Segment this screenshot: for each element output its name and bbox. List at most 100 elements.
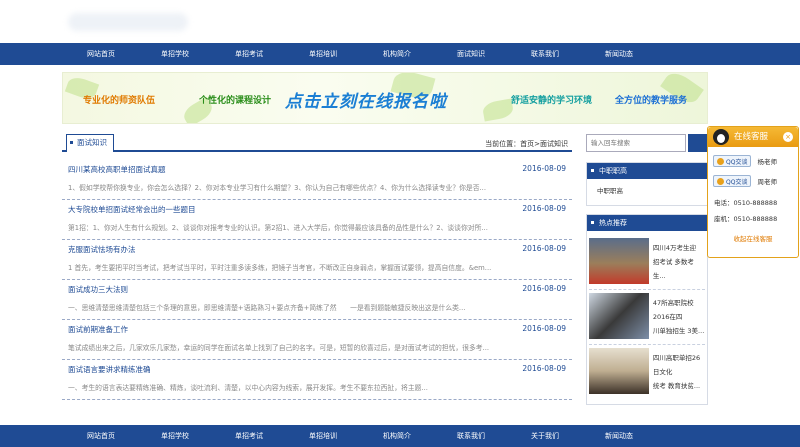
breadcrumb-prefix: 当前位置： bbox=[485, 140, 521, 148]
article-date: 2016-08-09 bbox=[522, 324, 566, 333]
article-item: 大专院校单招面试经常会出的一些题目 2016-08-09 第1招：1、你对人生有… bbox=[62, 200, 572, 240]
article-title[interactable]: 大专院校单招面试经常会出的一些题目 bbox=[68, 204, 196, 215]
nav-item-news[interactable]: 新闻动态 bbox=[582, 43, 656, 65]
service-fax: 座机：0510-888888 bbox=[714, 215, 778, 223]
section-header: 面试知识 当前位置：首页>面试知识 bbox=[62, 132, 572, 152]
article-list: 四川某高校高职单招面试真题 2016-08-09 1、假如学校帮你换专业，你会怎… bbox=[62, 160, 572, 400]
breadcrumb-current[interactable]: 面试知识 bbox=[540, 140, 568, 148]
footer-item-contact[interactable]: 联系我们 bbox=[434, 425, 508, 447]
footer-item-schools[interactable]: 单招学校 bbox=[138, 425, 212, 447]
page: 网站首页 单招学校 单招考试 单招培训 机构简介 面试知识 联系我们 新闻动态 … bbox=[0, 0, 800, 447]
nav-item-training[interactable]: 单招培训 bbox=[286, 43, 360, 65]
nav-item-interview[interactable]: 面试知识 bbox=[434, 43, 508, 65]
nav-item-contact[interactable]: 联系我们 bbox=[508, 43, 582, 65]
banner-slogan: 舒适安静的学习环境 bbox=[511, 96, 593, 106]
article-item: 四川某高校高职单招面试真题 2016-08-09 1、假如学校帮你换专业，你会怎… bbox=[62, 160, 572, 200]
article-section: 面试知识 当前位置：首页>面试知识 四川某高校高职单招面试真题 2016-08-… bbox=[62, 132, 572, 400]
service-title: 在线客服 bbox=[734, 132, 769, 142]
vocational-box-title: 中职职高 bbox=[587, 163, 707, 179]
footer-item-training[interactable]: 单招培训 bbox=[286, 425, 360, 447]
banner-slogan: 个性化的课程设计 bbox=[199, 96, 272, 106]
vocational-link[interactable]: 中职职高 bbox=[597, 187, 623, 195]
close-icon[interactable]: × bbox=[783, 132, 793, 142]
top-nav: 网站首页 单招学校 单招考试 单招培训 机构简介 面试知识 联系我们 新闻动态 bbox=[0, 43, 800, 65]
qq-chat-button[interactable]: QQ交谈 bbox=[713, 175, 752, 187]
service-contact: QQ交谈 周老师 bbox=[708, 171, 798, 191]
collapse-service-link[interactable]: 收起在线客服 bbox=[708, 233, 798, 243]
hot-title[interactable]: 四川高职单招26日文化 bbox=[653, 351, 705, 379]
article-item: 面试成功三大法则 2016-08-09 一、思维清楚思维清楚包括三个条理的意思，… bbox=[62, 280, 572, 320]
hot-title-cont[interactable]: 统考 教育扶贫... bbox=[653, 379, 705, 393]
footer-nav: 网站首页 单招学校 单招考试 单招培训 机构简介 联系我们 关于我们 新闻动态 bbox=[0, 425, 800, 447]
logo-image bbox=[68, 13, 188, 31]
hot-box-title: 热点推荐 bbox=[587, 215, 707, 231]
section-tab: 面试知识 bbox=[66, 134, 114, 152]
hot-title[interactable]: 47所高职院校2016在四 bbox=[653, 296, 705, 324]
footer-item-about-org[interactable]: 机构简介 bbox=[360, 425, 434, 447]
hot-item[interactable]: 四川高职单招26日文化 统考 教育扶贫... bbox=[589, 345, 705, 400]
article-summary: 1、假如学校帮你换专业，你会怎么选择？2、你对本专业学习有什么期望？3、你认为自… bbox=[68, 184, 486, 192]
sidebar: 中职职高 中职职高 热点推荐 四川4万考生迎招考试 多数考生... 47所高职院… bbox=[586, 134, 708, 405]
article-title[interactable]: 面试成功三大法则 bbox=[68, 284, 128, 295]
site-logo[interactable] bbox=[60, 5, 260, 39]
leaf-decoration bbox=[481, 98, 515, 122]
banner-cta[interactable]: 点击立刻在线报名啦 bbox=[285, 87, 447, 112]
qq-chat-label: QQ交谈 bbox=[726, 178, 748, 186]
vocational-box: 中职职高 中职职高 bbox=[586, 162, 708, 206]
hot-item[interactable]: 四川4万考生迎 招考试 多数考生... bbox=[589, 235, 705, 290]
contact-name: 杨老师 bbox=[757, 158, 777, 166]
breadcrumb-home[interactable]: 首页 bbox=[520, 140, 534, 148]
footer-item-exams[interactable]: 单招考试 bbox=[212, 425, 286, 447]
article-summary: 一、思维清楚思维清楚包括三个条理的意思，即思维清楚+语路熟习+要点齐备+简练了然… bbox=[68, 304, 466, 312]
hot-title[interactable]: 四川4万考生迎 bbox=[653, 241, 705, 255]
search-button[interactable] bbox=[688, 134, 708, 152]
qq-penguin-icon bbox=[713, 129, 729, 145]
online-service-panel: 在线客服 × QQ交谈 杨老师 QQ交谈 周老师 电话：0510-888888 … bbox=[707, 126, 799, 258]
footer-item-home[interactable]: 网站首页 bbox=[64, 425, 138, 447]
article-item: 面试语言要讲求精练准确 2016-08-09 一、考生的语言表达要精练准确、精炼… bbox=[62, 360, 572, 400]
qq-chat-button[interactable]: QQ交谈 bbox=[713, 155, 752, 167]
article-summary: 1 首先，考生要把平时当考试，把考试当平时，平时注重多读多练，把镜子当考官，不断… bbox=[68, 264, 492, 272]
nav-item-schools[interactable]: 单招学校 bbox=[138, 43, 212, 65]
article-date: 2016-08-09 bbox=[522, 204, 566, 213]
hot-thumbnail[interactable] bbox=[589, 238, 649, 284]
article-date: 2016-08-09 bbox=[522, 244, 566, 253]
footer-item-about-us[interactable]: 关于我们 bbox=[508, 425, 582, 447]
footer-item-news[interactable]: 新闻动态 bbox=[582, 425, 656, 447]
search-input[interactable] bbox=[586, 134, 686, 152]
nav-item-exams[interactable]: 单招考试 bbox=[212, 43, 286, 65]
article-summary: 笔试成绩出来之后，几家欢乐几家愁，幸运的同学在面试名单上找到了自己的名字。可是，… bbox=[68, 344, 490, 352]
article-item: 面试前期准备工作 2016-08-09 笔试成绩出来之后，几家欢乐几家愁，幸运的… bbox=[62, 320, 572, 360]
article-summary: 第1招：1、你对人生有什么规划。2、谈谈你对报考专业的认识。第2招1、进入大学后… bbox=[68, 224, 488, 232]
article-title[interactable]: 克服面试怯场有办法 bbox=[68, 244, 136, 255]
service-contact: QQ交谈 杨老师 bbox=[708, 151, 798, 171]
hot-item[interactable]: 47所高职院校2016在四 川单独招生 3美... bbox=[589, 290, 705, 345]
hot-title-cont[interactable]: 招考试 多数考生... bbox=[653, 255, 705, 283]
nav-item-home[interactable]: 网站首页 bbox=[64, 43, 138, 65]
article-title[interactable]: 面试前期准备工作 bbox=[68, 324, 128, 335]
nav-item-about-org[interactable]: 机构简介 bbox=[360, 43, 434, 65]
service-header: 在线客服 × bbox=[708, 127, 798, 147]
qq-icon bbox=[717, 157, 724, 165]
article-title[interactable]: 面试语言要讲求精练准确 bbox=[68, 364, 151, 375]
article-date: 2016-08-09 bbox=[522, 364, 566, 373]
hot-thumbnail[interactable] bbox=[589, 348, 649, 394]
qq-icon bbox=[717, 177, 724, 185]
hot-title-cont[interactable]: 川单独招生 3美... bbox=[653, 324, 705, 338]
article-date: 2016-08-09 bbox=[522, 164, 566, 173]
service-phone: 电话：0510-888888 bbox=[714, 199, 778, 207]
article-title[interactable]: 四川某高校高职单招面试真题 bbox=[68, 164, 166, 175]
hot-list: 四川4万考生迎 招考试 多数考生... 47所高职院校2016在四 川单独招生 3美… bbox=[587, 231, 707, 404]
breadcrumb: 当前位置：首页>面试知识 bbox=[485, 139, 568, 149]
banner-slogan: 全方位的教学服务 bbox=[615, 96, 688, 106]
enroll-banner[interactable]: 专业化的师资队伍 个性化的课程设计 点击立刻在线报名啦 舒适安静的学习环境 全方… bbox=[62, 72, 708, 124]
qq-chat-label: QQ交谈 bbox=[726, 158, 748, 166]
contact-name: 周老师 bbox=[757, 178, 777, 186]
article-date: 2016-08-09 bbox=[522, 284, 566, 293]
hot-thumbnail[interactable] bbox=[589, 293, 649, 339]
search-box bbox=[586, 134, 708, 154]
hot-box: 热点推荐 四川4万考生迎 招考试 多数考生... 47所高职院校2016在四 川单独… bbox=[586, 214, 708, 405]
banner-slogan: 专业化的师资队伍 bbox=[83, 96, 156, 106]
article-item: 克服面试怯场有办法 2016-08-09 1 首先，考生要把平时当考试，把考试当… bbox=[62, 240, 572, 280]
article-summary: 一、考生的语言表达要精练准确、精炼，谈吐流利、清楚，以中心内容为线索，展开发挥。… bbox=[68, 384, 428, 392]
